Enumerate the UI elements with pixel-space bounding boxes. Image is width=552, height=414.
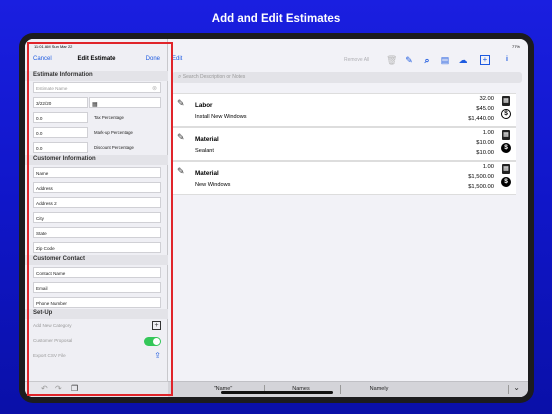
dollar-icon[interactable]: $ (501, 177, 511, 187)
item-total: $1,500.00 (468, 184, 494, 190)
pdf-icon[interactable]: ▤ (440, 55, 450, 65)
date-field[interactable]: 3/22/20 (33, 97, 88, 108)
city-field[interactable]: City (33, 212, 161, 223)
markup-field[interactable]: 0.0 (33, 127, 88, 138)
trash-icon[interactable]: 🗑 (386, 55, 397, 65)
search-placeholder: Search Description or Notes (182, 74, 246, 80)
headline: Add and Edit Estimates (211, 13, 341, 25)
item-total: $10.00 (476, 150, 494, 156)
customer-proposal-row: Customer Proposal (33, 335, 161, 348)
calendar-field[interactable]: ▦ (89, 97, 161, 108)
done-button[interactable]: Done (146, 56, 160, 62)
discount-label: Discount Percentage (94, 145, 134, 150)
suggestion-item[interactable]: Namely (339, 386, 419, 392)
divider (508, 385, 509, 394)
app-screen: 11:01 AM Sun Mar 22 Cancel Edit Estimate… (25, 39, 528, 397)
item-description: Install New Windows (195, 114, 247, 120)
clear-icon[interactable]: ⊗ (152, 85, 157, 92)
estimate-name-placeholder: Estimate Name (36, 85, 68, 91)
share-icon[interactable]: ⇪ (154, 351, 161, 360)
dollar-icon[interactable]: $ (501, 109, 511, 119)
undo-icon[interactable]: ↶ (41, 384, 48, 393)
export-csv-label: Export CSV File (33, 353, 66, 358)
item-price: $45.00 (476, 106, 494, 112)
email-field[interactable]: Email (33, 282, 161, 293)
item-qty: 1.00 (482, 130, 494, 136)
item-description: New Windows (195, 182, 231, 188)
customer-proposal-label: Customer Proposal (33, 338, 73, 343)
info-icon[interactable]: i (502, 55, 512, 65)
add-category-row[interactable]: Add New Category + (33, 320, 161, 333)
tax-field[interactable]: 0.0 (33, 112, 88, 123)
remove-all-button[interactable]: Remove All (344, 57, 369, 63)
export-csv-row[interactable]: Export CSV File ⇪ (33, 350, 161, 363)
list-item[interactable]: ✎ Material New Windows 1.00 $1,500.00 $1… (171, 161, 516, 195)
section-setup: Set-Up (25, 309, 168, 319)
redo-icon[interactable]: ↷ (55, 384, 62, 393)
phone-field[interactable]: Phone Number (33, 297, 161, 308)
search-icon[interactable]: ⌕ (422, 55, 432, 65)
left-toolbar: ↶ ↷ ❐ (25, 381, 168, 397)
section-estimate-info: Estimate Information (25, 71, 168, 81)
paste-icon[interactable]: ❐ (71, 384, 78, 393)
home-indicator (221, 391, 333, 394)
note-edit-icon[interactable]: ✎ (404, 55, 414, 65)
calculator-icon[interactable]: ▦ (502, 130, 510, 140)
pencil-icon[interactable]: ✎ (177, 98, 185, 109)
item-category: Material (195, 136, 219, 143)
calculator-icon[interactable]: ▦ (502, 164, 510, 174)
item-qty: 1.00 (482, 164, 494, 170)
item-total: $1,440.00 (468, 116, 494, 122)
contact-name-field[interactable]: Contact Name (33, 267, 161, 278)
section-customer-info: Customer Information (25, 155, 168, 165)
plus-icon[interactable]: + (152, 321, 161, 330)
customer-name-field[interactable]: Name (33, 167, 161, 178)
item-description: Sealant (195, 148, 214, 154)
right-nav-bar: Edit Remove All 🗑 ✎ ⌕ ▤ ☁ + i (168, 54, 528, 70)
status-time: 11:01 AM Sun Mar 22 (34, 44, 73, 49)
keyboard-suggestion-bar: "Name" Names Namely ⌄ (168, 381, 528, 397)
item-price: $10.00 (476, 140, 494, 146)
add-category-label: Add New Category (33, 323, 72, 328)
edit-button[interactable]: Edit (172, 56, 182, 62)
list-item[interactable]: ✎ Material Sealant 1.00 $10.00 $10.00 ▦ … (171, 127, 516, 161)
search-input[interactable]: ⌕ Search Description or Notes (172, 72, 522, 83)
zip-code-field[interactable]: Zip Code (33, 242, 161, 253)
customer-proposal-toggle[interactable] (144, 337, 161, 346)
markup-label: Mark-up Percentage (94, 130, 133, 135)
chevron-down-icon[interactable]: ⌄ (513, 383, 520, 392)
address2-field[interactable]: Address 2 (33, 197, 161, 208)
calendar-icon[interactable]: ▦ (92, 102, 98, 108)
list-item[interactable]: ✎ Labor Install New Windows 32.00 $45.00… (171, 93, 516, 127)
pencil-icon[interactable]: ✎ (177, 132, 185, 143)
item-category: Labor (195, 102, 213, 109)
edit-estimate-panel: 11:01 AM Sun Mar 22 Cancel Edit Estimate… (25, 39, 168, 397)
pencil-icon[interactable]: ✎ (177, 166, 185, 177)
calculator-icon[interactable]: ▦ (502, 96, 510, 106)
estimate-items-panel: 77% Edit Remove All 🗑 ✎ ⌕ ▤ ☁ + i ⌕ Sear… (168, 39, 528, 397)
discount-field[interactable]: 0.0 (33, 142, 88, 153)
left-nav-bar: Cancel Edit Estimate Done (25, 56, 168, 68)
cloud-upload-icon[interactable]: ☁ (458, 55, 468, 65)
item-qty: 32.00 (479, 96, 494, 102)
section-customer-contact: Customer Contact (25, 255, 168, 265)
item-category: Material (195, 170, 219, 177)
tax-label: Tax Percentage (94, 115, 124, 120)
add-item-icon[interactable]: + (480, 55, 490, 65)
item-price: $1,500.00 (468, 174, 494, 180)
ipad-device: 11:01 AM Sun Mar 22 Cancel Edit Estimate… (19, 33, 534, 403)
status-battery: 77% (511, 44, 520, 49)
state-field[interactable]: State (33, 227, 161, 238)
estimate-name-field[interactable]: Estimate Name ⊗ (33, 82, 161, 93)
dollar-icon[interactable]: $ (501, 143, 511, 153)
address-field[interactable]: Address (33, 182, 161, 193)
search-field-icon: ⌕ (178, 74, 182, 80)
